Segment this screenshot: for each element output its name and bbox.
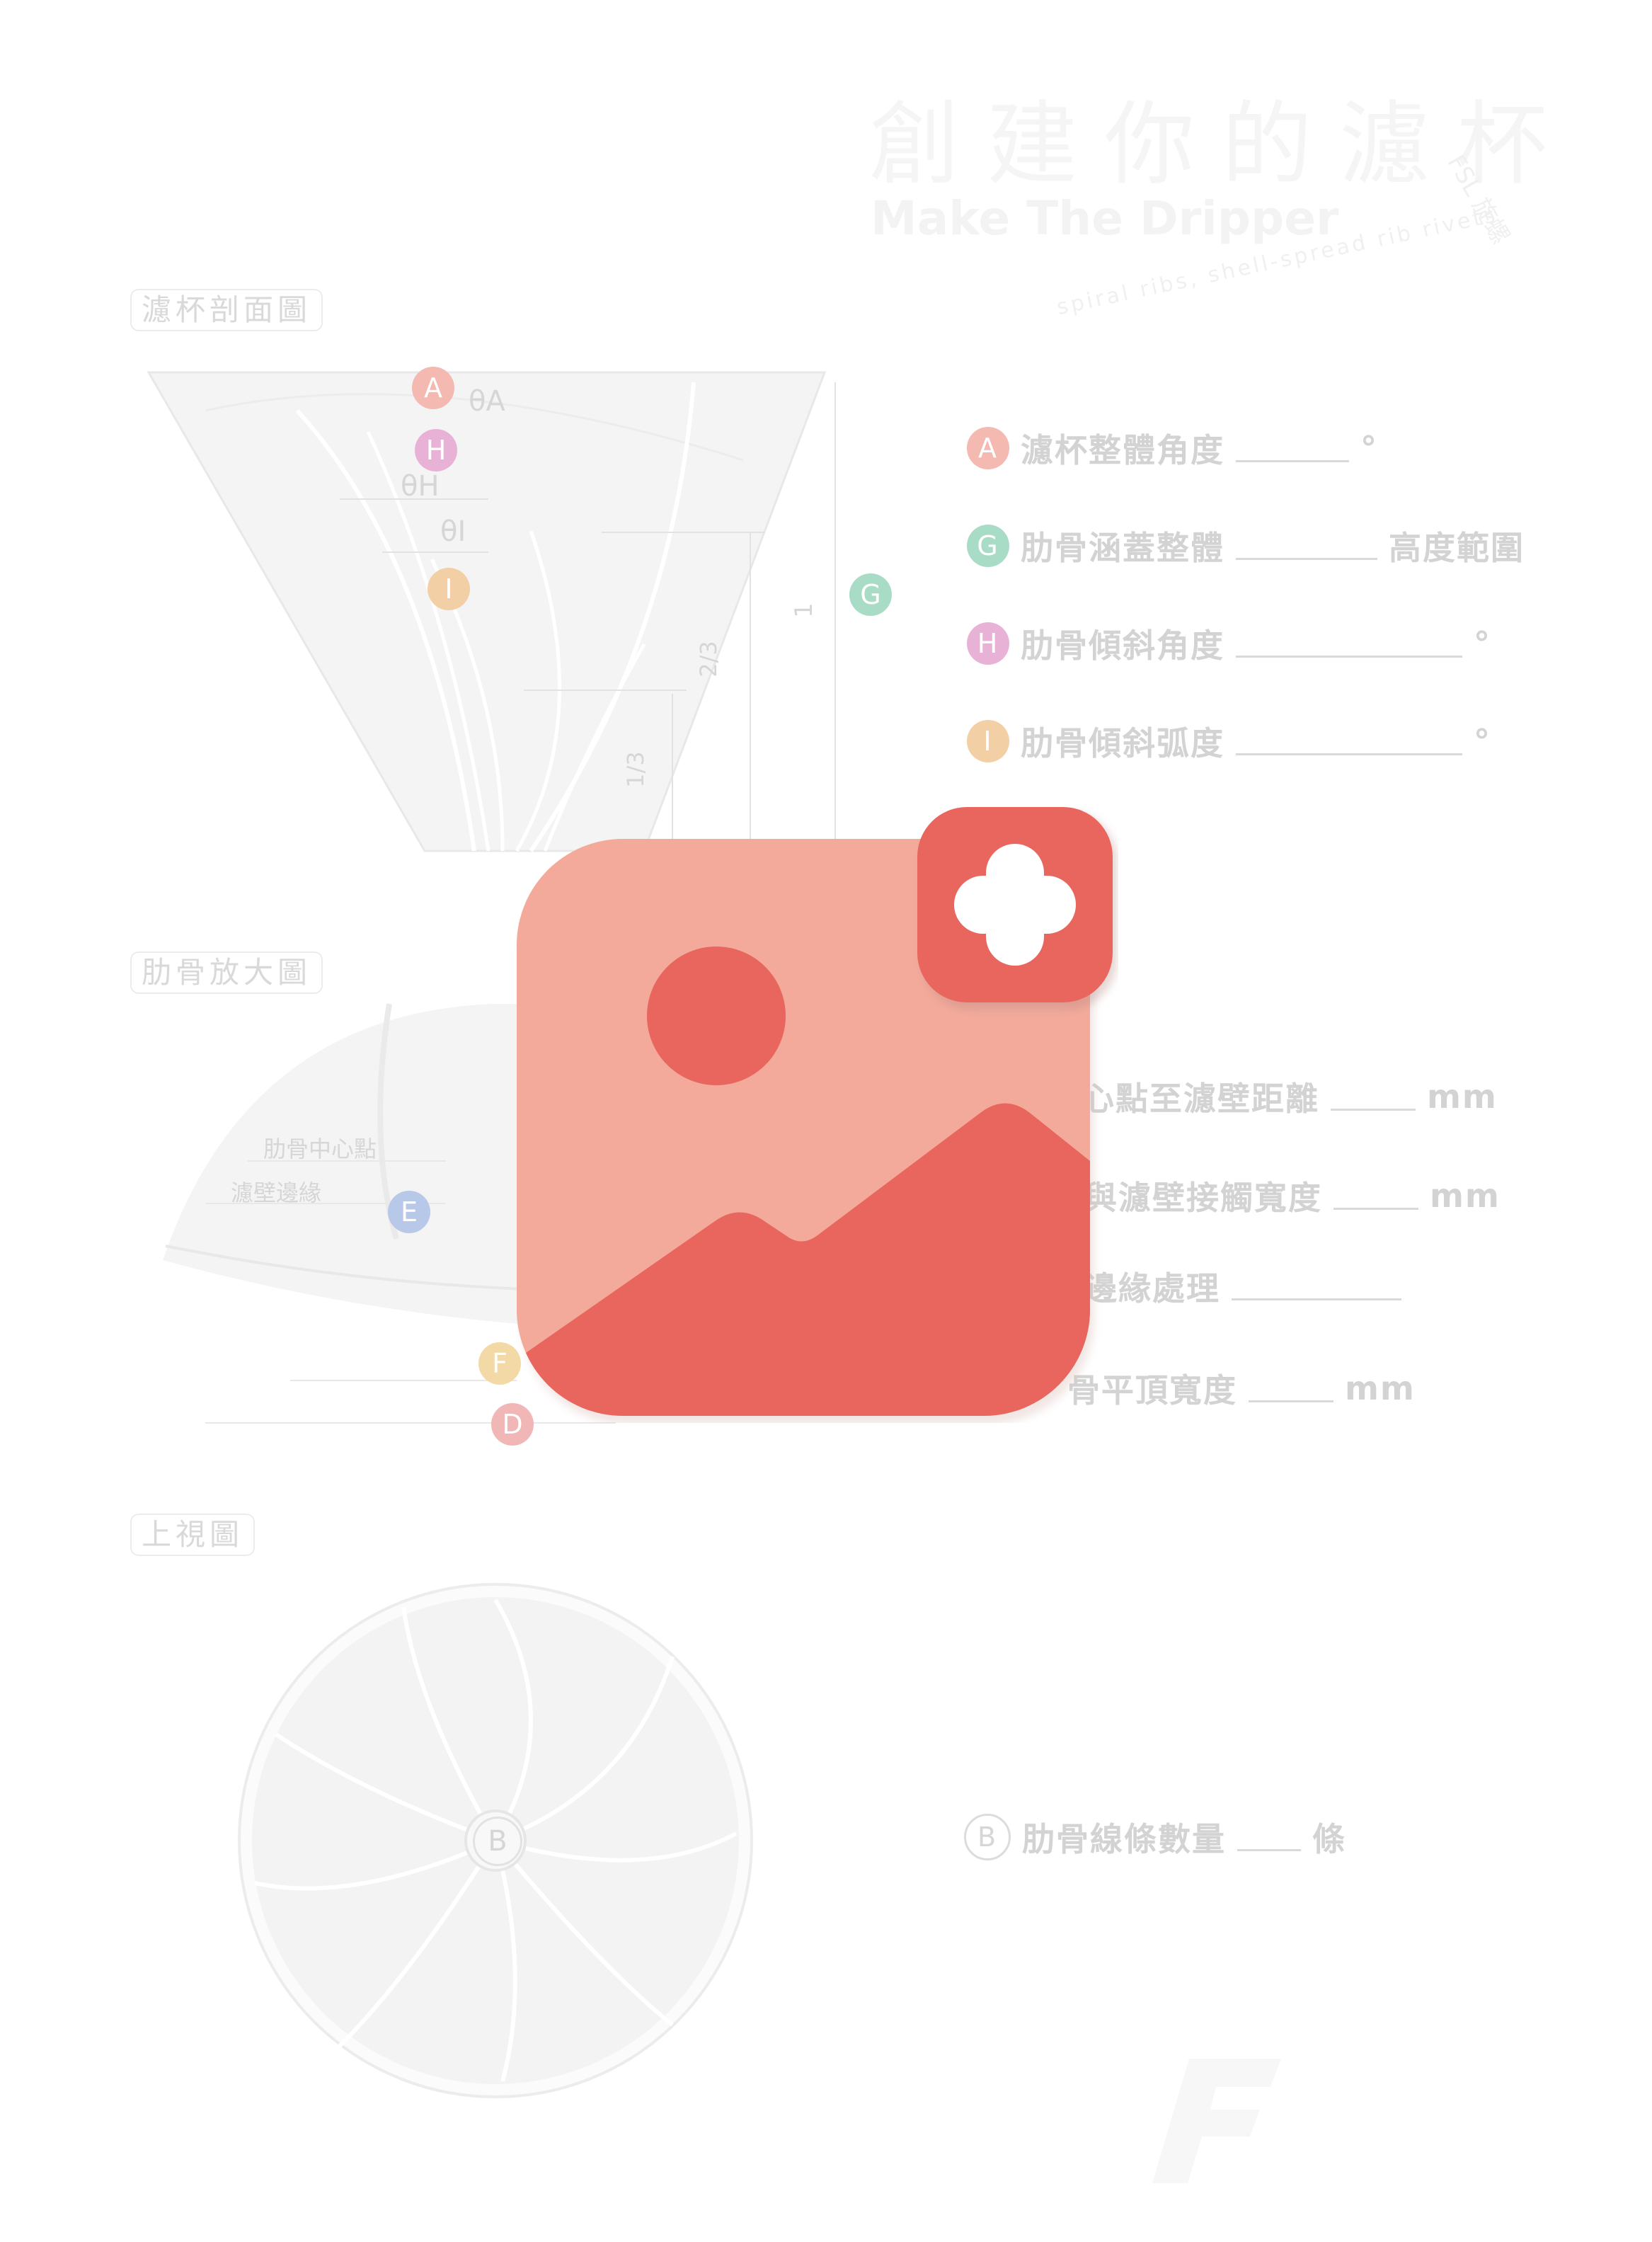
section-top-view-label: 上視圖	[130, 1514, 256, 1557]
question-unit: mm	[1427, 1077, 1498, 1116]
header-title-en: Make The Dripper	[871, 191, 1339, 246]
theta-a-label: θA	[469, 385, 505, 418]
question-text: 肋骨傾斜弧度	[1021, 724, 1224, 762]
fraction-1-label: 1	[789, 602, 818, 618]
question-rib-tilt-arc: I 肋骨傾斜弧度 °	[967, 718, 1525, 765]
theta-i-label: θI	[440, 515, 466, 548]
question-unit: 條	[1312, 1820, 1346, 1858]
question-text: 肋骨涵蓋整體	[1021, 529, 1224, 567]
bubble-e: E	[388, 1191, 430, 1233]
question-unit: °	[1360, 429, 1378, 467]
question-list: A 濾杯整體角度 ° G 肋骨涵蓋整體 高度範圍 H 肋骨傾斜角度 ° I 肋骨…	[967, 425, 1525, 765]
fraction-1-3-label: 1/3	[621, 751, 649, 788]
question-rib-tilt-angle: H 肋骨傾斜角度 °	[967, 620, 1525, 667]
question-text: 肋骨傾斜角度	[1021, 627, 1224, 665]
question-unit: mm	[1345, 1369, 1416, 1407]
question-unit: 高度範圍	[1389, 529, 1525, 567]
answer-blank[interactable]	[1236, 532, 1377, 560]
answer-blank[interactable]	[1331, 1083, 1416, 1111]
question-text: 濾杯整體角度	[1021, 431, 1224, 469]
bubble-i: I	[428, 568, 470, 610]
badge-g: G	[967, 525, 1009, 567]
theta-h-label: θH	[401, 470, 440, 503]
answer-blank[interactable]	[1236, 630, 1462, 658]
answer-blank[interactable]	[1232, 1273, 1401, 1300]
question-flat-top-width: 骨平頂寬度 mm	[1067, 1365, 1416, 1412]
bubble-h: H	[415, 429, 457, 471]
brand-logo	[1152, 2059, 1281, 2183]
wall-edge-label: 濾壁邊緣	[231, 1179, 322, 1206]
bubble-f: F	[478, 1342, 521, 1385]
question-unit: °	[1474, 722, 1491, 760]
question-rib-height-range: G 肋骨涵蓋整體 高度範圍	[967, 522, 1525, 569]
badge-a: A	[967, 427, 1009, 469]
question-overall-angle: A 濾杯整體角度 °	[967, 425, 1525, 471]
question-rib-count: B 肋骨線條數量 條	[964, 1814, 1346, 1860]
answer-blank[interactable]	[1333, 1182, 1418, 1210]
question-text: 肋骨線條數量	[1022, 1820, 1226, 1858]
bubble-b: B	[473, 1817, 522, 1866]
section-cross-section-label: 濾杯剖面圖	[130, 289, 323, 332]
question-contact-width: 與濾壁接觸寬度 mm	[1084, 1172, 1501, 1219]
badge-i: I	[967, 720, 1009, 762]
question-edge-treatment: 邊緣處理	[1084, 1263, 1413, 1310]
bubble-a: A	[412, 367, 454, 409]
answer-blank[interactable]	[1237, 1824, 1301, 1851]
badge-h: H	[967, 622, 1009, 665]
question-text: 與濾壁接觸寬度	[1084, 1179, 1322, 1217]
answer-blank[interactable]	[1249, 1375, 1333, 1402]
answer-blank[interactable]	[1236, 728, 1462, 755]
question-unit: mm	[1430, 1177, 1501, 1215]
fraction-2-3-label: 2/3	[694, 641, 722, 677]
bubble-g: G	[849, 573, 892, 616]
badge-b: B	[964, 1814, 1011, 1860]
add-image-icon[interactable]	[517, 807, 1118, 1423]
question-unit: °	[1474, 624, 1491, 663]
section-rib-zoom-label: 肋骨放大圖	[130, 951, 323, 995]
answer-blank[interactable]	[1236, 435, 1349, 462]
rib-center-label: 肋骨中心點	[263, 1136, 377, 1162]
